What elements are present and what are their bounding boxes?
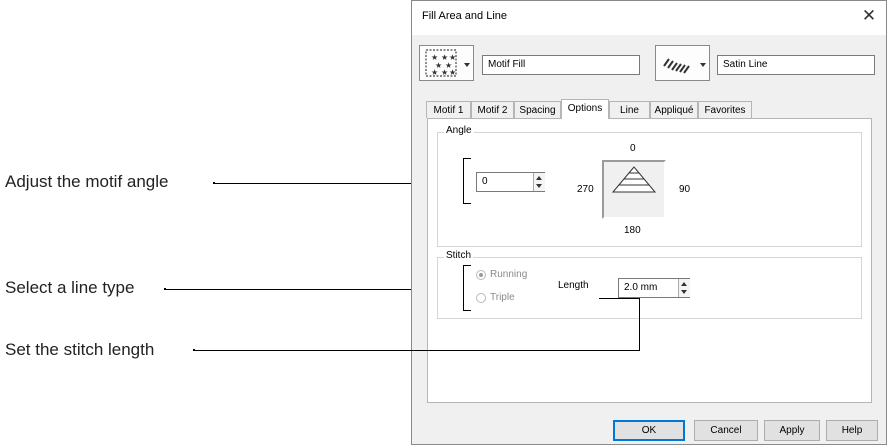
bracket-stitch-length-top [599, 298, 640, 299]
triangle-motif-icon [611, 166, 657, 193]
chevron-down-icon [700, 63, 706, 67]
fill-name-field[interactable]: Motif Fill [482, 55, 640, 75]
tab-applique[interactable]: Appliqué [650, 101, 698, 118]
line-name-field[interactable]: Satin Line [717, 55, 875, 75]
dial-label-bottom: 180 [624, 225, 641, 236]
svg-text:★: ★ [449, 68, 456, 77]
title-bar: Fill Area and Line ✕ [412, 1, 886, 35]
radio-running[interactable] [476, 270, 486, 280]
spin-down-icon [681, 290, 687, 294]
stitch-group: Stitch Running Triple Length 2.0 mm [437, 250, 862, 319]
angle-group: Angle 0 0 270 90 180 [437, 125, 862, 247]
dialog-title: Fill Area and Line [422, 10, 507, 22]
stitch-group-label: Stitch [444, 250, 474, 261]
dial-label-left: 270 [577, 184, 594, 195]
callout-stitch-length: Set the stitch length [5, 340, 155, 359]
bracket-stitch-length [639, 298, 640, 351]
tab-favorites[interactable]: Favorites [698, 101, 752, 118]
length-spinner[interactable] [678, 279, 690, 297]
tab-options[interactable]: Options [561, 99, 609, 119]
radio-triple-label: Triple [490, 292, 515, 303]
bracket-angle-top [463, 158, 471, 159]
callout-angle: Adjust the motif angle [5, 172, 169, 191]
satin-line-icon [663, 58, 690, 74]
bracket-line-type-top [463, 265, 471, 266]
angle-spinner[interactable] [533, 173, 545, 191]
bracket-angle [463, 158, 464, 204]
leader-line-stitch-length [195, 350, 639, 351]
bracket-line-type [463, 265, 464, 311]
svg-text:★: ★ [431, 68, 438, 77]
apply-button[interactable]: Apply [764, 420, 820, 441]
line-type-dropdown[interactable] [655, 45, 710, 81]
tab-motif-1[interactable]: Motif 1 [426, 101, 471, 118]
help-button[interactable]: Help [826, 420, 878, 441]
tab-line[interactable]: Line [609, 101, 650, 118]
tab-motif-2[interactable]: Motif 2 [471, 101, 514, 118]
spin-up-icon [536, 176, 542, 180]
svg-text:★: ★ [441, 68, 448, 77]
radio-running-label: Running [490, 269, 528, 280]
radio-triple[interactable] [476, 293, 486, 303]
spin-up-icon [681, 282, 687, 286]
length-value: 2.0 mm [624, 282, 658, 293]
length-label: Length [558, 280, 589, 291]
angle-value: 0 [482, 176, 488, 187]
spin-down-icon [536, 184, 542, 188]
angle-group-label: Angle [444, 125, 474, 136]
angle-dial[interactable] [602, 160, 666, 219]
chevron-down-icon [464, 63, 470, 67]
tab-spacing[interactable]: Spacing [514, 101, 561, 118]
dial-label-top: 0 [630, 143, 636, 154]
star-motif-fill-icon: ★ ★ ★ ★ ★ ★ ★ ★ [425, 49, 457, 77]
bracket-line-type-bottom [463, 310, 471, 311]
fill-area-and-line-dialog: Fill Area and Line ✕ ★ ★ ★ ★ ★ ★ ★ ★ Mot… [411, 0, 887, 445]
cancel-button[interactable]: Cancel [694, 420, 758, 441]
ok-button[interactable]: OK [613, 420, 685, 441]
callout-line-type: Select a line type [5, 278, 135, 297]
close-icon[interactable]: ✕ [858, 5, 880, 27]
dial-label-right: 90 [679, 184, 691, 195]
options-tab-panel: Angle 0 0 270 90 180 Stitch Running Trip… [427, 118, 872, 403]
fill-type-dropdown[interactable]: ★ ★ ★ ★ ★ ★ ★ ★ [419, 45, 474, 81]
bracket-angle-bottom [463, 203, 471, 204]
